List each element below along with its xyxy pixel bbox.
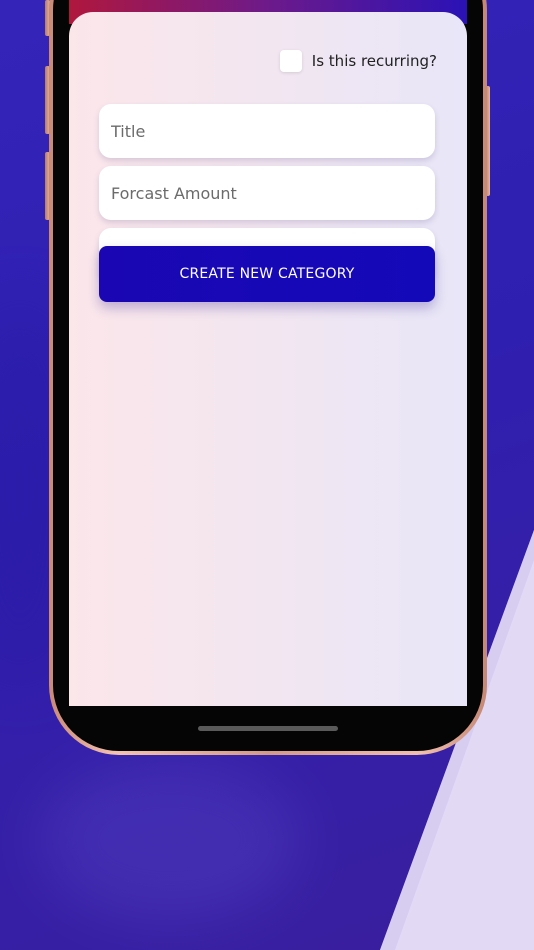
create-category-button[interactable]: CREATE NEW CATEGORY [99,246,435,302]
title-field[interactable] [99,104,435,158]
form-sheet: Is this recurring? CREATE NEW [69,12,467,706]
phone-body: Is this recurring? CREATE NEW [53,0,483,751]
forecast-amount-field[interactable] [99,166,435,220]
recurring-toggle[interactable]: Is this recurring? [279,50,437,72]
forecast-amount-input[interactable] [111,183,423,203]
home-indicator[interactable] [198,726,338,731]
title-input[interactable] [111,121,423,141]
recurring-label: Is this recurring? [311,52,437,70]
recurring-checkbox[interactable] [279,50,302,72]
background-blur-shape [40,760,300,920]
phone-frame: Is this recurring? CREATE NEW [49,0,487,755]
